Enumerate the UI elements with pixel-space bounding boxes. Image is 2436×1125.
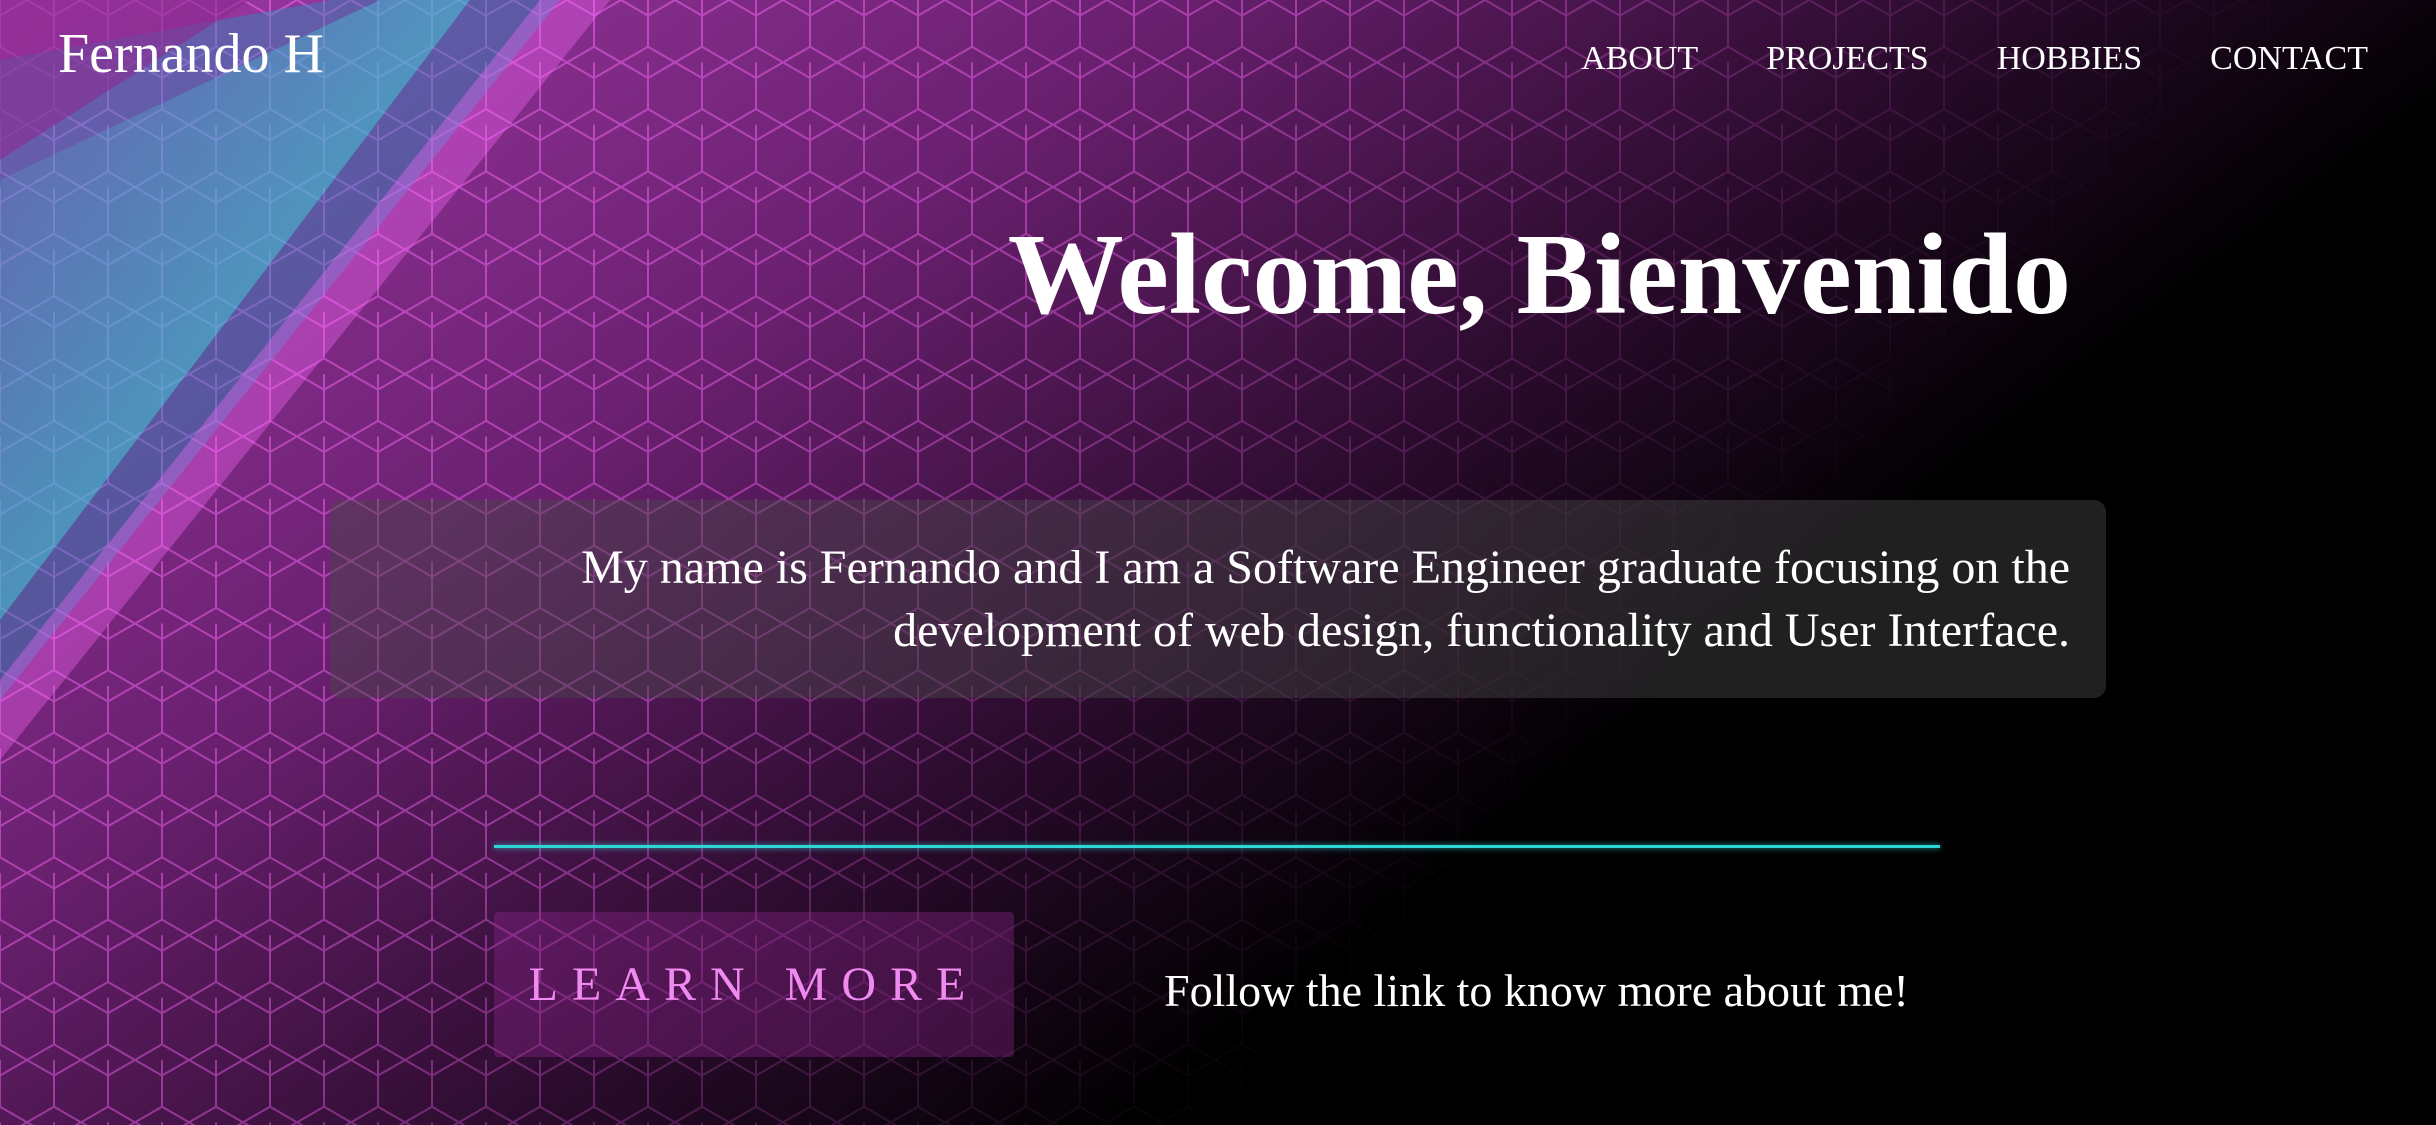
site-brand[interactable]: Fernando H <box>58 22 324 86</box>
learn-more-button[interactable]: LEARN MORE <box>494 912 1014 1057</box>
nav-projects[interactable]: PROJECTS <box>1766 36 1929 82</box>
follow-link-text: Follow the link to know more about me! <box>1164 965 1909 1016</box>
hero-title: Welcome, Bienvenido <box>1007 211 2071 339</box>
intro-panel: My name is Fernando and I am a Software … <box>330 500 2106 698</box>
main-nav: ABOUT PROJECTS HOBBIES CONTACT <box>1581 36 2368 82</box>
section-divider <box>494 845 1940 848</box>
nav-about[interactable]: ABOUT <box>1581 36 1698 82</box>
intro-text: My name is Fernando and I am a Software … <box>581 541 2070 657</box>
nav-contact[interactable]: CONTACT <box>2210 36 2368 82</box>
nav-hobbies[interactable]: HOBBIES <box>1997 36 2142 82</box>
